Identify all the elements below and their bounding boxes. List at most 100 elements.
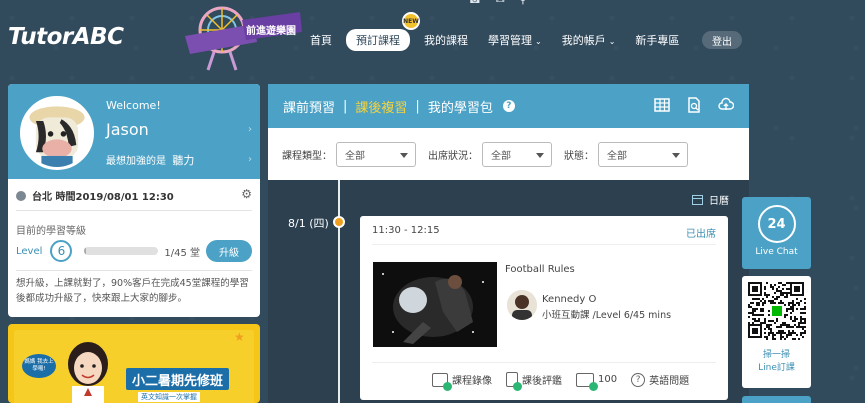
nav-item[interactable]: 學習管理 ⌄ <box>478 32 552 48</box>
vocabulary-action[interactable]: 100 <box>576 372 618 391</box>
help-icon[interactable]: ? <box>502 100 515 112</box>
nav-item[interactable]: 新手專區 <box>625 32 689 48</box>
attendance-select[interactable]: 全部 <box>482 141 552 167</box>
top-utility-bar: ☎ ✉ ⚲ <box>0 0 865 10</box>
utility-icon[interactable]: ⚲ <box>519 0 527 6</box>
avatar[interactable] <box>20 96 94 170</box>
filter-bar: 課程類型： 全部 出席狀況： 全部 狀態： 全部 <box>268 128 749 180</box>
vocabulary-count: 100 <box>598 374 618 385</box>
promo-badge-label: 前進遊樂園 <box>246 26 296 37</box>
class-actions: 課程錄像 課後評鑑 100 ? 英語問題 <box>432 372 689 391</box>
class-info: 小班互動課 /Level 6/45 mins <box>542 310 672 321</box>
focus-label: 最想加強的是 <box>106 156 166 167</box>
video-recording-icon <box>432 372 452 391</box>
level-title: 目前的學習等級 <box>16 226 86 237</box>
course-thumbnail[interactable] <box>373 262 497 347</box>
status-label: 狀態： <box>564 150 594 162</box>
timeline-area: 日曆 8/1 (四) 11:30 - 12:15 已出席 Football Ru… <box>268 180 749 403</box>
welcome-text: Welcome! <box>106 99 161 112</box>
course-type-label: 課程類型： <box>282 150 332 162</box>
user-name: Jason <box>106 120 149 139</box>
upgrade-button[interactable]: 升級 <box>206 240 252 262</box>
teacher-avatar <box>507 290 537 320</box>
tab-learning-pack[interactable]: 我的學習包 <box>428 97 493 116</box>
evaluation-label: 課後評鑑 <box>522 376 562 387</box>
line-qr-widget[interactable]: 掃一掃 Line訂課 <box>742 276 811 388</box>
tab-preview[interactable]: 課前預習 <box>283 97 335 116</box>
live-chat-number: 24 <box>767 216 786 232</box>
live-chat-label: Live Chat <box>755 247 798 257</box>
nav-item[interactable]: 首頁 <box>300 32 342 48</box>
local-time-row: 台北 時間2019/08/01 12:30 ⚙ <box>16 187 252 203</box>
cloud-upload-icon[interactable] <box>718 97 734 113</box>
ferris-wheel-promo-icon[interactable] <box>182 2 302 72</box>
upgrade-promo-text: 想升級，上課就對了，90%客戶在完成45堂課程的學習後都成功升級了，快來跟上大家… <box>16 278 249 304</box>
qr-code-image <box>747 282 806 340</box>
level-label: Level <box>16 245 43 257</box>
speech-bubble: 媽媽 我去上學囉! <box>22 354 56 378</box>
question-icon: ? <box>631 372 646 387</box>
document-check-icon <box>506 372 522 391</box>
course-type-value: 全部 <box>345 150 365 162</box>
divider <box>372 244 716 245</box>
tab-review[interactable]: 課後複習 <box>355 97 407 116</box>
local-time: 台北 時間2019/08/01 12:30 <box>32 192 174 203</box>
focus-skill: 最想加強的是 聽力 <box>106 152 194 168</box>
chevron-down-icon <box>536 152 544 158</box>
level-number: 6 <box>50 240 73 262</box>
nav-item-label: 預訂課程 <box>356 34 400 47</box>
clock-icon <box>16 190 26 201</box>
panel-header-icons <box>654 97 734 113</box>
document-search-icon[interactable] <box>686 97 702 113</box>
evaluation-action[interactable]: 課後評鑑 <box>506 372 562 391</box>
divider <box>16 270 252 271</box>
nav-item-label: 學習管理 <box>488 34 532 47</box>
focus-value: 聽力 <box>172 154 195 167</box>
nav-item[interactable]: 我的課程 <box>414 32 478 48</box>
status-select[interactable]: 全部 <box>598 141 688 167</box>
tab-separator: | <box>415 98 420 114</box>
banner-subtitle: 英文知識一次掌握 <box>138 392 200 402</box>
nav-item-label: 我的課程 <box>424 34 468 47</box>
live-chat-widget[interactable]: 24 Live Chat <box>742 197 811 269</box>
tutorabc-logo[interactable]: TutorABC <box>8 24 124 50</box>
teacher-name: Kennedy O <box>542 294 597 305</box>
nav-item[interactable]: 預訂課程 <box>346 29 410 51</box>
chevron-right-icon[interactable]: › <box>248 124 252 135</box>
check-icon <box>513 382 522 391</box>
calendar-link[interactable]: 日曆 <box>692 192 729 207</box>
profile-header: Welcome! Jason › 最想加強的是 聽力 › <box>8 84 260 179</box>
level-row: Level 6 1/45 堂 升級 <box>16 240 252 262</box>
course-title: Football Rules <box>505 264 575 275</box>
nav-item-label: 新手專區 <box>635 34 680 47</box>
site-header: TutorABC 前進遊樂園 NEW 首頁 預訂課程 我的課程 學習管理 ⌄ 我的帳戶 ⌄ 新… <box>0 6 865 71</box>
attendance-label: 出席狀況： <box>428 150 478 162</box>
new-badge: NEW <box>402 12 420 30</box>
main-nav: 首頁 預訂課程 我的課程 學習管理 ⌄ 我的帳戶 ⌄ 新手專區 <box>300 29 689 51</box>
side-widget-partial[interactable] <box>742 396 811 403</box>
timeline-dot <box>333 216 345 228</box>
recording-action[interactable]: 課程錄像 <box>432 372 492 391</box>
nav-item[interactable]: 我的帳戶 ⌄ <box>552 32 626 48</box>
chevron-down-icon: ⌄ <box>535 37 542 46</box>
questions-action[interactable]: ? 英語問題 <box>631 372 689 387</box>
student-girl-image <box>68 342 108 403</box>
qr-line-2: Line訂課 <box>758 363 795 373</box>
divider <box>372 362 716 363</box>
class-card: 11:30 - 12:15 已出席 Football Rules Kennedy… <box>360 216 728 400</box>
chevron-right-icon[interactable]: › <box>248 154 252 165</box>
utility-icon[interactable]: ✉ <box>496 0 505 6</box>
level-progress-fill <box>84 247 87 255</box>
chevron-down-icon <box>400 152 408 158</box>
course-type-select[interactable]: 全部 <box>336 141 416 167</box>
cow-avatar-icon <box>23 99 91 167</box>
timeline-line <box>338 180 340 403</box>
book-icon <box>576 372 598 391</box>
logout-button[interactable]: 登出 <box>702 31 742 49</box>
table-view-icon[interactable] <box>654 97 670 113</box>
timeline-date: 8/1 (四) <box>288 217 329 230</box>
gear-icon[interactable]: ⚙ <box>241 187 252 201</box>
summer-class-banner[interactable]: 媽媽 我去上學囉! 小二暑期先修班 英文知識一次掌握 ★ <box>8 324 260 403</box>
check-icon <box>589 381 598 391</box>
utility-icon[interactable]: ☎ <box>468 0 482 6</box>
